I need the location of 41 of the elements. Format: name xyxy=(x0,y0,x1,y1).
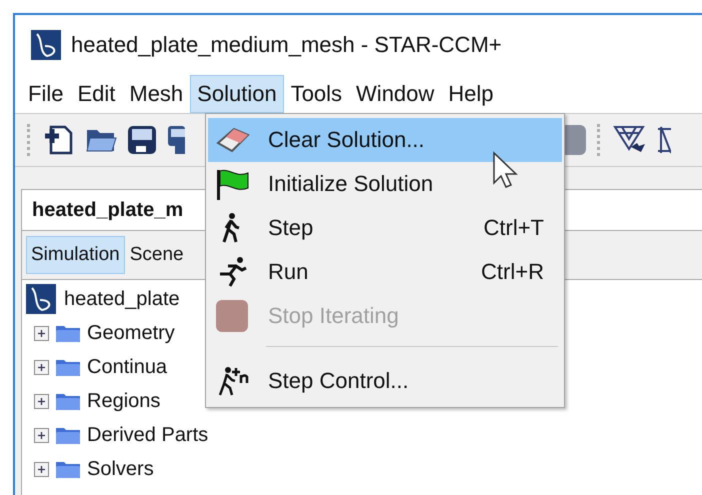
menu-item[interactable]: Help xyxy=(441,75,501,113)
expand-icon[interactable] xyxy=(34,428,49,442)
stop-icon xyxy=(214,300,250,332)
tree-item[interactable]: Geometry xyxy=(87,322,175,344)
folder-icon xyxy=(55,425,81,445)
menu-item[interactable]: Edit xyxy=(70,75,122,113)
tab[interactable]: Simulation xyxy=(26,236,125,274)
folder-icon xyxy=(55,323,81,343)
menu-item[interactable]: Step Control... xyxy=(208,359,562,403)
tree-item[interactable]: Derived Parts xyxy=(87,424,208,446)
app-logo-icon xyxy=(26,284,56,314)
tree-item[interactable]: Continua xyxy=(87,356,168,378)
expand-icon[interactable] xyxy=(34,360,49,374)
eraser-icon xyxy=(214,125,250,155)
menu-item[interactable]: Solution xyxy=(190,75,284,113)
window-title: heated_plate_medium_mesh - STAR-CCM+ xyxy=(71,32,502,58)
menu-item[interactable]: Step Ctrl+T xyxy=(208,206,562,250)
menu-item[interactable]: Clear Solution... xyxy=(208,118,562,162)
save-all-icon[interactable] xyxy=(167,124,185,156)
flag-icon xyxy=(214,168,250,200)
tree-item[interactable]: Regions xyxy=(87,390,160,412)
menu-item[interactable]: Mesh xyxy=(122,75,190,113)
folder-icon xyxy=(55,391,81,411)
tree-item[interactable]: Solvers xyxy=(87,458,154,480)
new-file-icon[interactable] xyxy=(43,124,75,156)
tree-item[interactable]: heated_plate xyxy=(64,288,180,310)
expand-icon[interactable] xyxy=(34,394,49,408)
tab[interactable]: Scene xyxy=(124,236,189,274)
menu-item[interactable]: Tools xyxy=(284,75,350,113)
panel-title: heated_plate_m xyxy=(32,198,184,222)
folder-icon xyxy=(55,357,81,377)
mouse-cursor-icon xyxy=(492,151,518,189)
app-logo-icon xyxy=(31,30,61,60)
menu-item[interactable]: Window xyxy=(349,75,442,113)
save-icon[interactable] xyxy=(127,124,157,156)
expand-icon[interactable] xyxy=(34,462,49,476)
menu-item[interactable]: Run Ctrl+R xyxy=(208,250,562,294)
expand-icon[interactable] xyxy=(34,326,49,340)
menu-item[interactable]: Initialize Solution xyxy=(208,162,562,206)
folder-icon xyxy=(55,459,81,479)
menu-item[interactable]: File xyxy=(21,75,70,113)
